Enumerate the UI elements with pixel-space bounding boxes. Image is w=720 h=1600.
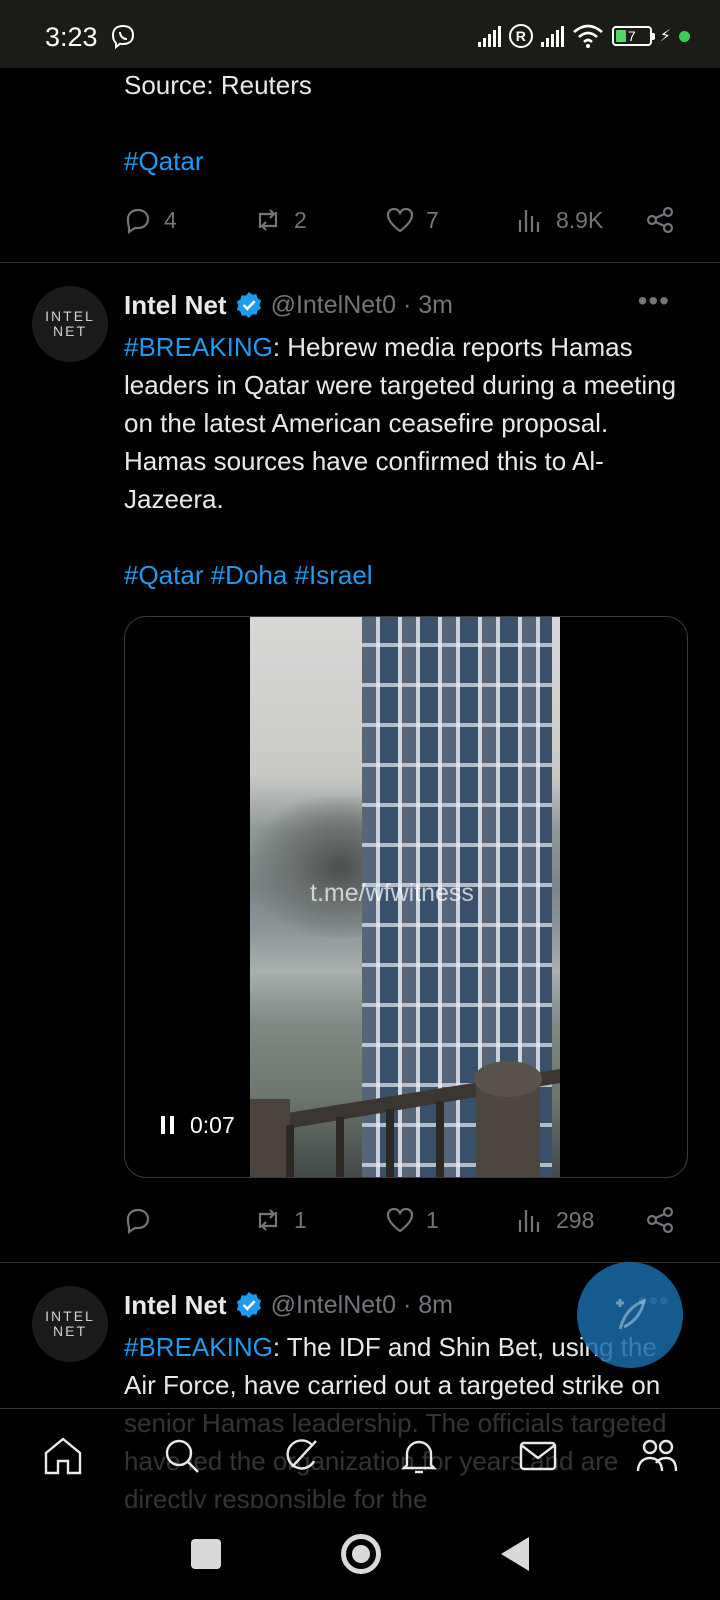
charging-icon: ⚡ [659,28,671,45]
author-name[interactable]: Intel Net [124,290,227,321]
clock: 3:23 [45,22,98,52]
verified-badge-icon [236,1292,261,1318]
share-button[interactable] [644,1204,676,1236]
home-button[interactable] [341,1534,381,1574]
tab-notifications[interactable] [396,1433,442,1484]
heart-icon [386,1207,414,1233]
tab-communities[interactable] [634,1433,680,1484]
grok-icon [286,1439,317,1470]
balcony-railing [250,1061,560,1177]
roaming-icon: R [508,24,533,48]
hashtag-link[interactable]: #Qatar [124,142,694,180]
wifi-icon [572,24,603,48]
tweet-text: Source: Reuters #Qatar [124,66,694,180]
tweet-actions: 1 1 298 [122,1200,687,1240]
tab-search[interactable] [159,1433,205,1484]
tweet-divider [0,262,720,263]
notifications-icon [401,1440,438,1474]
tweet-actions: 4 2 7 8.9K [122,200,687,240]
pause-icon[interactable] [161,1116,174,1134]
video-watermark: t.me/wfwitness [310,879,474,907]
communities-icon [636,1439,678,1472]
retweet-icon [258,209,278,231]
video-frame[interactable]: t.me/wfwitness [250,617,560,1177]
bottom-tab-bar [0,1408,720,1508]
compose-button[interactable] [577,1262,683,1368]
retweet-button[interactable]: 2 [252,204,384,236]
tweet-divider [0,1262,720,1263]
tweet-header: Intel Net @IntelNet0 · 8m [124,1285,453,1325]
like-button[interactable]: 1 [384,1204,514,1236]
tab-home[interactable] [40,1433,86,1484]
status-icons: R 7 ⚡ [477,22,690,50]
hashtag-link[interactable]: #BREAKING [124,1332,273,1362]
hashtag-link[interactable]: #BREAKING [124,332,273,362]
views-button[interactable]: 8.9K [514,204,644,236]
video-controls[interactable]: 0:07 [151,1105,245,1145]
reply-icon [126,208,150,235]
privacy-indicator [679,30,690,42]
analytics-icon [518,210,540,232]
author-name[interactable]: Intel Net [124,1290,227,1321]
reply-button[interactable] [122,1204,252,1236]
recents-button[interactable] [191,1539,221,1569]
messages-icon [519,1441,557,1471]
tweet-text: #BREAKING: Hebrew media reports Hamas le… [124,328,694,594]
tab-messages[interactable] [515,1433,561,1484]
video-player[interactable]: t.me/wfwitness 0:07 [124,616,688,1178]
tab-grok[interactable] [278,1433,324,1484]
author-handle[interactable]: @IntelNet0 · 8m [271,1291,453,1320]
battery-icon: 7 [611,26,655,46]
avatar[interactable]: INTEL NET [32,1286,108,1362]
tweet-source-line: Source: Reuters [124,70,312,100]
like-button[interactable]: 7 [384,204,514,236]
tweet-header: Intel Net @IntelNet0 · 3m [124,285,453,325]
avatar[interactable]: INTEL NET [32,286,108,362]
analytics-icon [518,1210,540,1232]
compose-feather-icon [616,1298,646,1330]
views-button[interactable]: 298 [514,1204,644,1236]
share-button[interactable] [644,204,676,236]
author-handle[interactable]: @IntelNet0 · 3m [271,291,453,320]
share-icon [646,206,674,234]
search-icon [165,1439,199,1473]
reply-icon [126,1208,150,1235]
hashtag-links[interactable]: #Qatar #Doha #Israel [124,556,694,594]
system-nav-bar [0,1508,720,1600]
back-button[interactable] [501,1537,529,1571]
share-icon [646,1206,674,1234]
retweet-icon [258,1209,278,1231]
more-options-icon[interactable]: ••• [638,285,670,317]
video-timestamp: 0:07 [190,1111,235,1138]
retweet-button[interactable]: 1 [252,1204,384,1236]
signal-icon [477,25,501,47]
reply-button[interactable]: 4 [122,204,252,236]
viber-icon [111,24,135,50]
status-bar: 3:23 R 7 ⚡ [0,0,720,68]
verified-badge-icon [236,292,261,318]
signal-icon [540,25,564,47]
home-icon [44,1437,82,1475]
heart-icon [386,207,414,233]
